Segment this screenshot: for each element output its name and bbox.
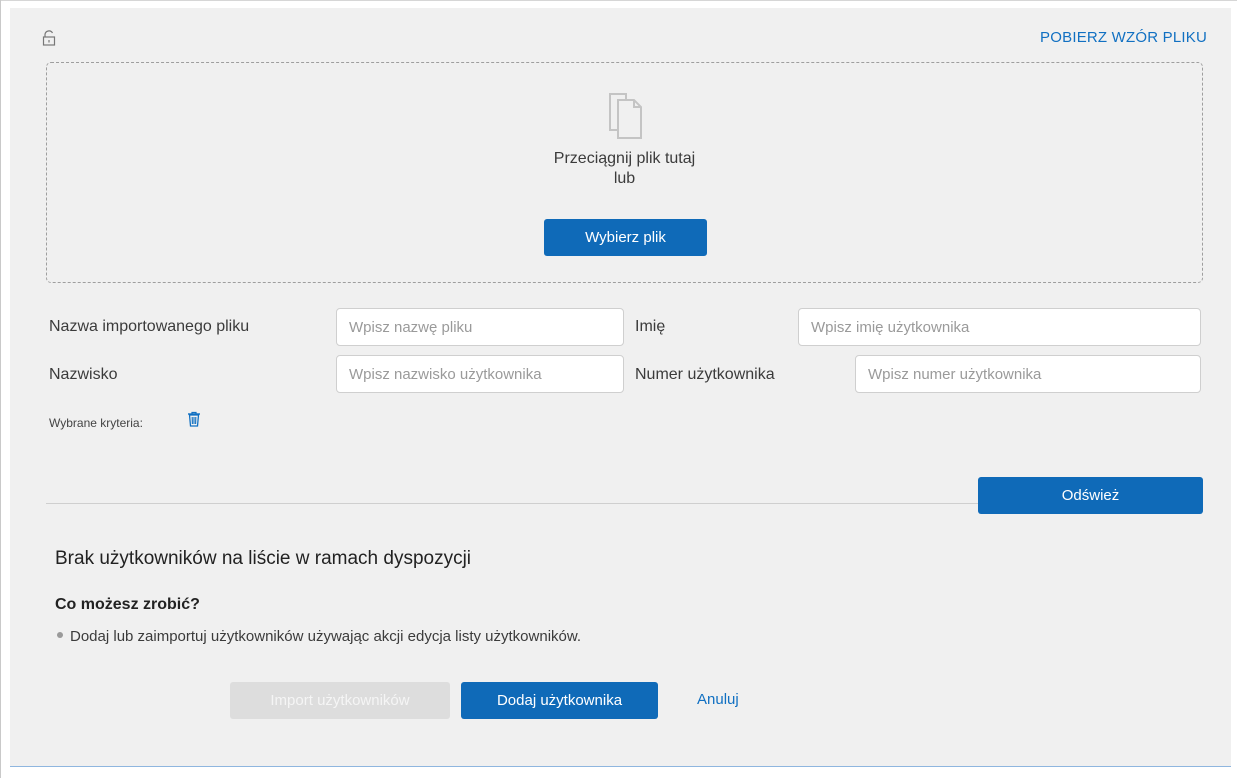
add-user-button[interactable]: Dodaj użytkownika <box>461 682 658 719</box>
file-name-input[interactable] <box>336 308 624 346</box>
window-frame: POBIERZ WZÓR PLIKU Przeciągnij plik tuta… <box>0 0 1237 778</box>
selected-criteria-label: Wybrane kryteria: <box>49 416 143 430</box>
help-item-text: Dodaj lub zaimportuj użytkowników używaj… <box>70 628 582 645</box>
cancel-link[interactable]: Anuluj <box>697 691 739 708</box>
first-name-label: Imię <box>635 318 666 335</box>
user-number-input[interactable] <box>855 355 1201 393</box>
document-copy-icon <box>609 93 642 139</box>
refresh-button[interactable]: Odśwież <box>978 477 1203 514</box>
empty-state-title: Brak użytkowników na liście w ramach dys… <box>55 548 472 569</box>
last-name-input[interactable] <box>336 355 624 393</box>
or-text: lub <box>613 170 636 187</box>
download-template-link[interactable]: POBIERZ WZÓR PLIKU <box>1040 29 1207 46</box>
lock-icon[interactable] <box>42 30 56 46</box>
last-name-label: Nazwisko <box>49 366 118 383</box>
choose-file-button[interactable]: Wybierz plik <box>544 219 707 256</box>
file-dropzone[interactable]: Przeciągnij plik tutaj lub Wybierz plik <box>46 62 1203 283</box>
bullet-icon <box>57 632 63 639</box>
import-users-button[interactable]: Import użytkowników <box>230 682 450 719</box>
user-number-label: Numer użytkownika <box>635 366 775 383</box>
help-title: Co możesz zrobić? <box>55 596 200 613</box>
top-border <box>1 0 1237 1</box>
first-name-input[interactable] <box>798 308 1201 346</box>
section-divider <box>46 503 979 504</box>
drag-instruction: Przeciągnij plik tutaj <box>553 150 696 167</box>
trash-icon[interactable] <box>187 411 201 427</box>
file-name-label: Nazwa importowanego pliku <box>49 318 250 335</box>
help-list-item: Dodaj lub zaimportuj użytkowników używaj… <box>57 628 581 645</box>
